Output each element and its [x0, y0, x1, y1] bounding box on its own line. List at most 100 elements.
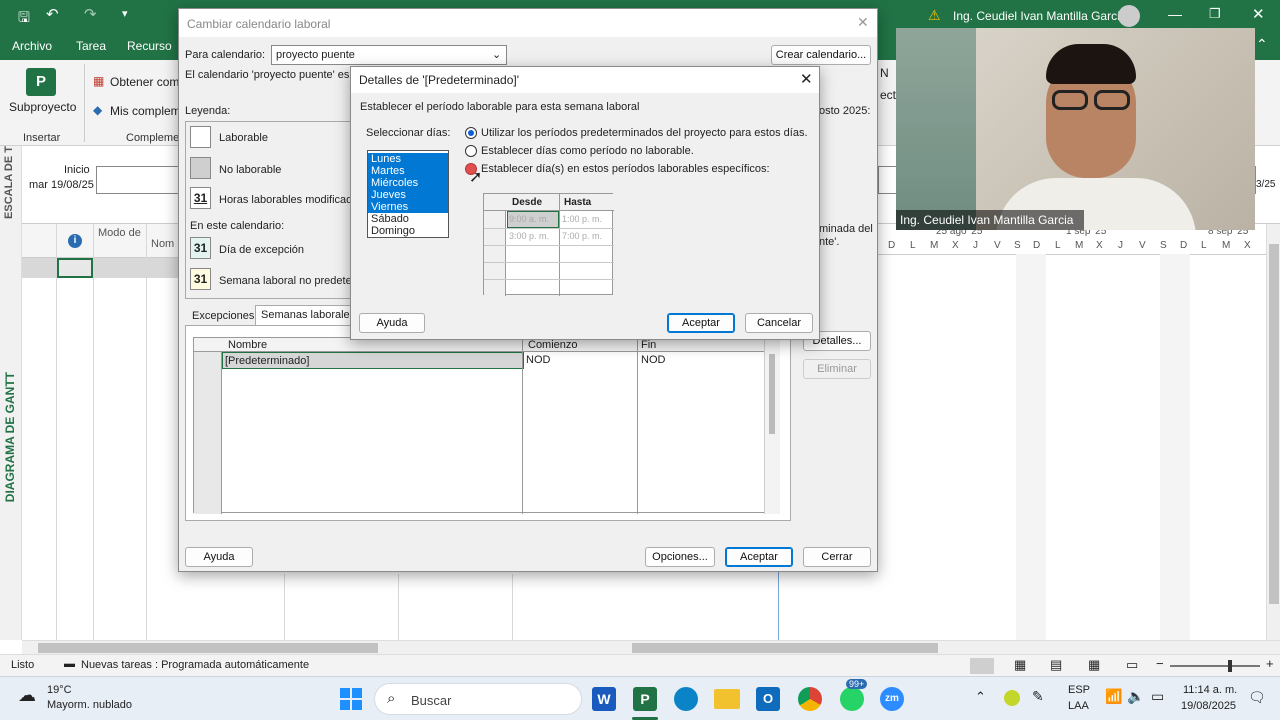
resource-view-icon[interactable]: ▤ — [1050, 657, 1062, 673]
tab-archivo[interactable]: Archivo — [12, 39, 52, 53]
col-fin[interactable]: Fin — [641, 339, 656, 351]
battery-icon[interactable]: ▭ — [1151, 688, 1164, 705]
help-button[interactable]: Ayuda — [185, 547, 253, 567]
day-sunday[interactable]: Domingo — [368, 225, 448, 237]
status-bar: Listo ▬ Nuevas tareas : Programada autom… — [0, 654, 1280, 676]
calendar-select[interactable]: proyecto puente ⌄ — [271, 45, 507, 65]
col-comienzo[interactable]: Comienzo — [528, 339, 578, 351]
calendar-view-icon[interactable]: ▦ — [1014, 657, 1026, 673]
windows-start-icon[interactable] — [340, 688, 362, 710]
time-from-2[interactable]: 3:00 p. m. — [509, 231, 549, 241]
volume-icon[interactable]: 🔈 — [1127, 688, 1144, 705]
tab-recurso[interactable]: Recurso — [127, 39, 172, 53]
status-new-tasks[interactable]: Nuevas tareas : Programada automáticamen… — [81, 659, 309, 671]
vertical-scrollbar[interactable] — [1266, 224, 1280, 640]
day-friday[interactable]: Viernes — [368, 201, 448, 213]
options-button[interactable]: Opciones... — [645, 547, 715, 567]
timeline-end-date: 3/25 — [1256, 179, 1276, 190]
days-listbox[interactable]: Lunes Martes Miércoles Jueves Viernes Sá… — [367, 150, 449, 238]
info-icon[interactable]: i — [68, 234, 82, 248]
close-icon[interactable]: ✕ — [857, 14, 869, 31]
horizontal-scrollbar[interactable] — [22, 640, 1280, 654]
redo-icon[interactable]: ↷ — [84, 5, 97, 23]
tray-pen-icon[interactable]: ✎ — [1032, 688, 1044, 705]
wifi-icon[interactable]: 📶 — [1105, 688, 1122, 705]
notifications-icon[interactable]: 🗨 — [1248, 689, 1266, 706]
close-button[interactable]: Cerrar — [803, 547, 871, 567]
minimize-icon[interactable]: — — [1168, 6, 1182, 22]
time-periods-table[interactable]: Desde Hasta 9:00 a. m. 1:00 p. m. 3:00 p… — [483, 193, 614, 296]
file-explorer-icon[interactable] — [714, 689, 740, 709]
close-icon[interactable]: ✕ — [800, 70, 813, 88]
project-icon[interactable]: P — [633, 687, 657, 711]
day-tuesday[interactable]: Martes — [368, 165, 448, 177]
gantt-view-icon[interactable] — [970, 658, 994, 674]
scroll-thumb-left[interactable] — [38, 643, 378, 653]
option-default-periods[interactable]: Utilizar los períodos predeterminados de… — [481, 127, 808, 139]
plant-background — [896, 28, 976, 230]
create-calendar-button[interactable]: Crear calendario... — [771, 45, 871, 65]
option-specific-periods[interactable]: Establecer día(s) en estos períodos labo… — [481, 163, 770, 175]
time-from-1[interactable]: 9:00 a. m. — [509, 214, 549, 224]
zoom-thumb[interactable] — [1228, 660, 1232, 672]
outlook-icon[interactable]: O — [756, 687, 780, 711]
day-wednesday[interactable]: Miércoles — [368, 177, 448, 189]
my-addins-button[interactable]: Mis complem — [110, 104, 181, 118]
zoom-out-icon[interactable]: − — [1156, 656, 1164, 671]
close-icon[interactable]: ✕ — [1252, 5, 1265, 23]
chrome-icon[interactable] — [798, 687, 822, 711]
details-ok-button[interactable]: Aceptar — [667, 313, 735, 333]
time-to-2[interactable]: 7:00 p. m. — [562, 231, 602, 241]
zoom-icon[interactable]: zm — [880, 687, 904, 711]
details-cancel-button[interactable]: Cancelar — [745, 313, 813, 333]
customize-toolbar-icon[interactable]: ▾ — [122, 7, 128, 20]
col-nombre[interactable]: Nombre — [228, 339, 267, 351]
edge-icon[interactable] — [674, 687, 698, 711]
subproject-button[interactable]: Subproyecto — [9, 100, 76, 114]
word-icon[interactable]: W — [592, 687, 616, 711]
whatsapp-icon[interactable] — [840, 687, 864, 711]
lang-secondary[interactable]: LAA — [1068, 700, 1089, 712]
delete-button[interactable]: Eliminar — [803, 359, 871, 379]
details-help-button[interactable]: Ayuda — [359, 313, 425, 333]
undo-icon[interactable]: ↶ — [46, 5, 59, 23]
weather-icon[interactable]: ☁ — [18, 685, 36, 706]
col-modo-header[interactable]: Modo de — [98, 226, 148, 240]
tab-tarea[interactable]: Tarea — [76, 39, 106, 53]
radio-default-periods[interactable] — [465, 127, 477, 139]
col-nombre-header[interactable]: Nom — [151, 238, 174, 250]
table-row[interactable]: [Predeterminado] — [222, 352, 524, 369]
chevron-up-icon[interactable]: ⌃ — [975, 689, 986, 705]
zoom-slider[interactable] — [1170, 665, 1260, 667]
get-addins-button[interactable]: Obtener comp — [110, 75, 186, 89]
save-icon[interactable]: 🖫 — [18, 7, 30, 31]
row-start[interactable]: NOD — [526, 354, 550, 366]
selected-cell[interactable] — [57, 258, 93, 278]
zoom-in-icon[interactable]: + — [1266, 656, 1274, 671]
report-view-icon[interactable]: ▭ — [1126, 657, 1138, 673]
maximize-icon[interactable]: ❐ — [1209, 6, 1221, 22]
day-saturday[interactable]: Sábado — [368, 213, 448, 225]
person-hair — [1046, 44, 1136, 84]
work-weeks-table[interactable]: Nombre Comienzo Fin [Predeterminado] NOD… — [193, 337, 780, 514]
clock-time[interactable]: 11:14 a. m. — [1183, 684, 1237, 696]
avatar[interactable] — [1118, 5, 1140, 27]
subproject-icon[interactable]: P — [26, 68, 56, 96]
search-box[interactable]: ⌕ Buscar — [374, 683, 582, 715]
lang-primary[interactable]: ESP — [1068, 684, 1090, 696]
time-to-1[interactable]: 1:00 p. m. — [562, 214, 602, 224]
sheet-view-icon[interactable]: ▦ — [1088, 657, 1100, 673]
table-scrollbar[interactable] — [764, 338, 780, 514]
tab-exceptions[interactable]: Excepciones — [192, 310, 254, 322]
row-end[interactable]: NOD — [641, 354, 665, 366]
option-nonworking[interactable]: Establecer días como período no laborabl… — [481, 145, 694, 157]
radio-nonworking[interactable] — [465, 145, 477, 157]
timeline-bar[interactable] — [96, 166, 186, 194]
day-monday[interactable]: Lunes — [368, 153, 448, 165]
clock-date[interactable]: 19/08/2025 — [1181, 700, 1236, 712]
day-thursday[interactable]: Jueves — [368, 189, 448, 201]
scroll-thumb-right[interactable] — [632, 643, 938, 653]
tray-app-icon[interactable] — [1004, 690, 1020, 706]
ok-button[interactable]: Aceptar — [725, 547, 793, 567]
collapse-ribbon-icon[interactable]: ⌃ — [1256, 36, 1268, 53]
